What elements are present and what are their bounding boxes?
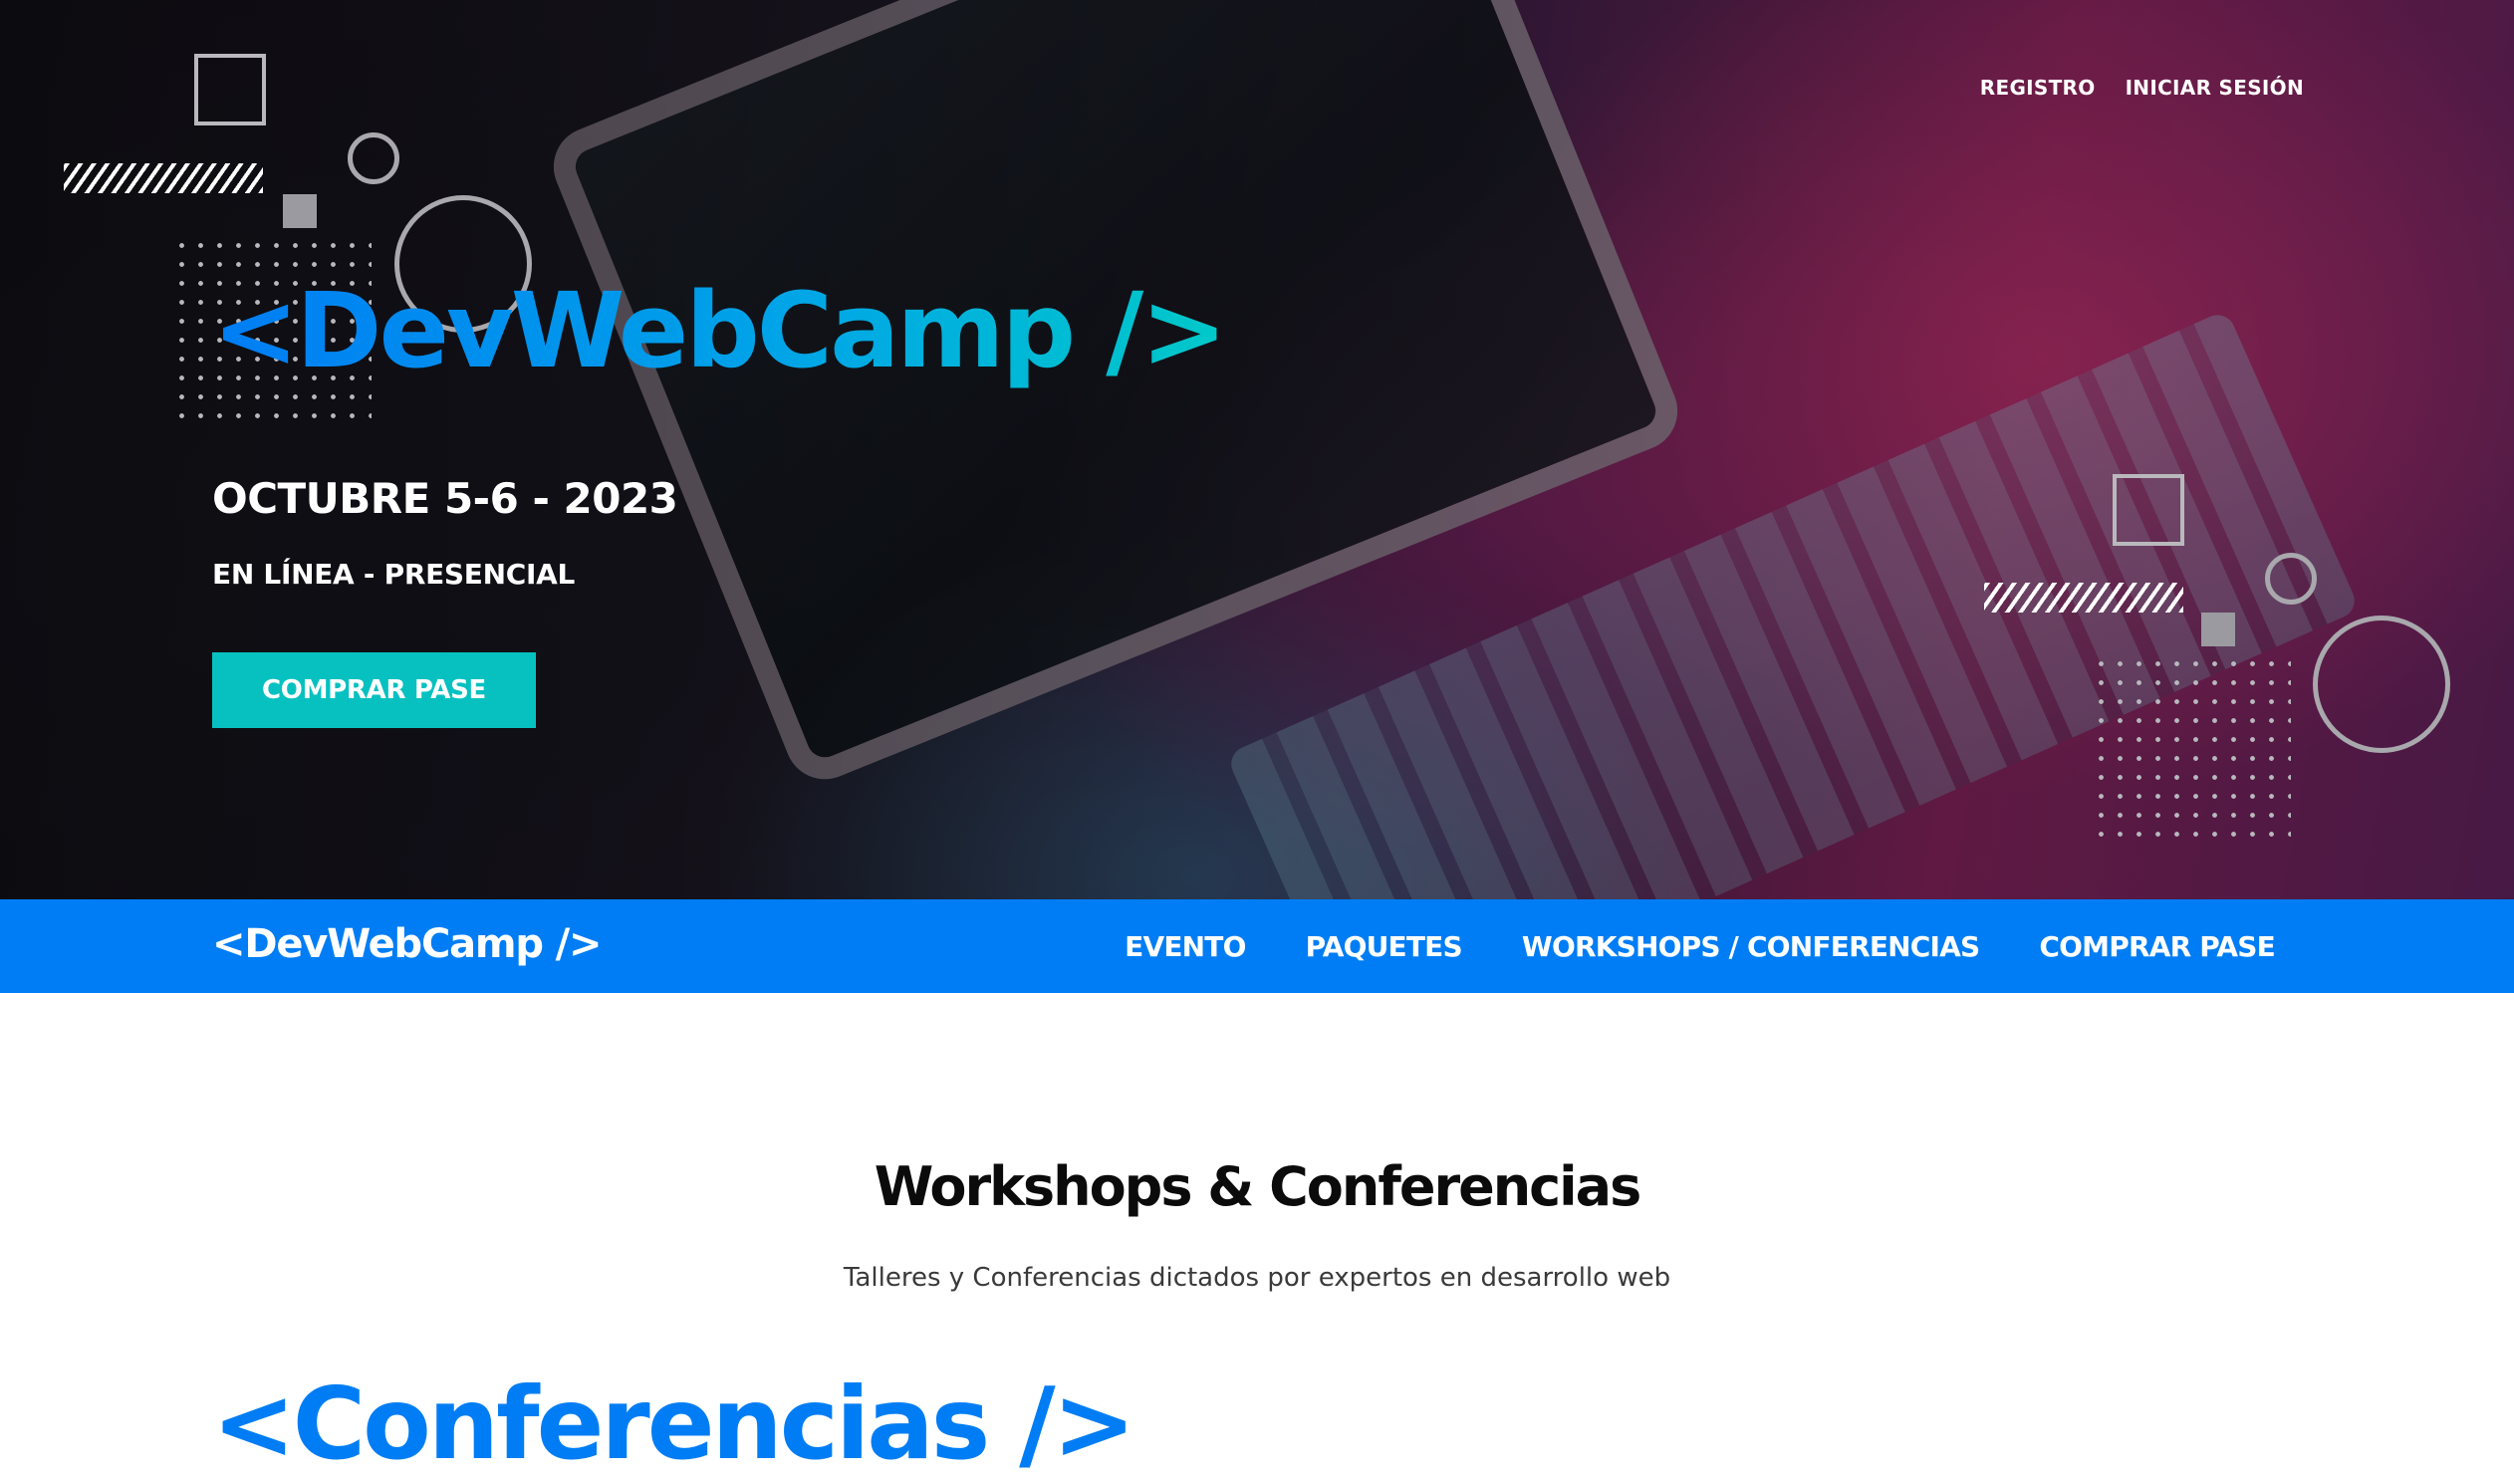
auth-navigation: REGISTRO INICIAR SESIÓN	[1980, 76, 2304, 100]
deco-stripes-right	[1984, 583, 2183, 613]
deco-square-outline-right	[2113, 474, 2184, 546]
event-date: OCTUBRE 5-6 - 2023	[212, 474, 678, 523]
deco-circle-small	[348, 132, 399, 184]
section-title: Workshops & Conferencias	[874, 1155, 1642, 1218]
nav-item-paquetes[interactable]: PAQUETES	[1306, 930, 1463, 963]
deco-circle-small-right	[2265, 553, 2317, 605]
register-link[interactable]: REGISTRO	[1980, 76, 2096, 100]
deco-square-outline	[194, 54, 266, 125]
deco-square-filled-right	[2201, 613, 2235, 646]
deco-circle-large-right	[2313, 616, 2450, 753]
section-subtitle: Talleres y Conferencias dictados por exp…	[843, 1263, 1671, 1293]
login-link[interactable]: INICIAR SESIÓN	[2126, 76, 2304, 100]
deco-stripes	[64, 163, 263, 193]
navbar-links: EVENTO PAQUETES WORKSHOPS / CONFERENCIAS…	[1125, 899, 2276, 993]
nav-item-comprar-pase[interactable]: COMPRAR PASE	[2039, 930, 2275, 963]
hero-header: REGISTRO INICIAR SESIÓN <DevWebCamp /> O…	[0, 0, 2514, 899]
deco-square-filled	[283, 194, 317, 228]
hero-logo[interactable]: <DevWebCamp />	[212, 269, 1227, 393]
deco-dot-grid-right	[2092, 654, 2291, 850]
nav-item-workshops[interactable]: WORKSHOPS / CONFERENCIAS	[1522, 930, 1980, 963]
conferences-heading: <Conferencias />	[212, 1365, 1135, 1482]
main-navbar: <DevWebCamp /> EVENTO PAQUETES WORKSHOPS…	[0, 899, 2514, 993]
buy-pass-button[interactable]: COMPRAR PASE	[212, 652, 536, 728]
navbar-logo[interactable]: <DevWebCamp />	[212, 921, 602, 967]
nav-item-evento[interactable]: EVENTO	[1125, 930, 1246, 963]
event-modality: EN LÍNEA - PRESENCIAL	[212, 558, 576, 591]
